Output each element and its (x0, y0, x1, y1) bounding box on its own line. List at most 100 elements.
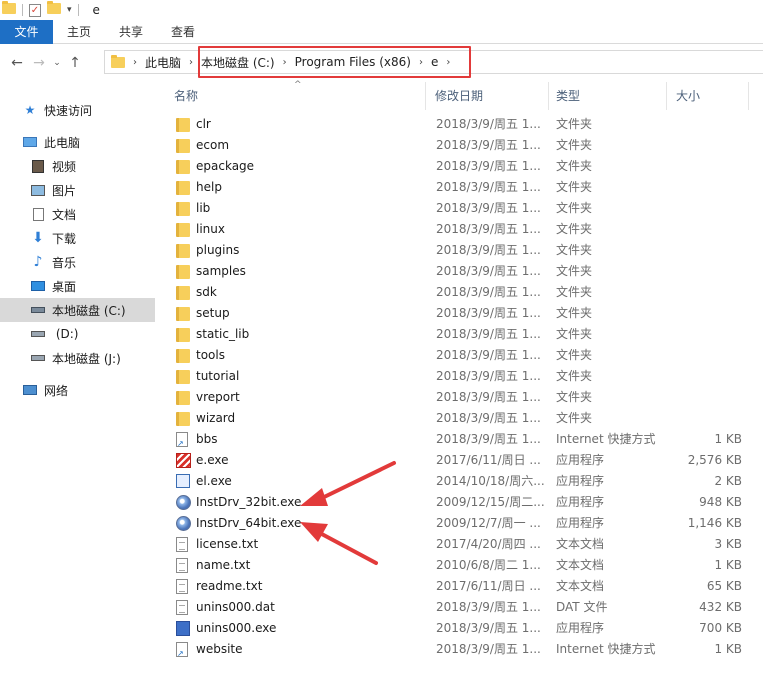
file-row[interactable]: e.exe 2017/6/11/周日 ... 应用程序 2,576 KB (158, 450, 750, 471)
file-modified-date: 2018/3/9/周五 1... (436, 411, 541, 425)
file-row[interactable]: tools 2018/3/9/周五 1... 文件夹 (158, 345, 750, 366)
sidebar-item-this-pc[interactable]: 此电脑 (0, 130, 155, 154)
sidebar-item-label: 桌面 (52, 279, 77, 294)
customize-toolbar-dropdown-icon[interactable]: ▾ (67, 5, 72, 15)
sidebar-item-pictures[interactable]: 图片 (0, 178, 155, 202)
folder-icon (176, 201, 191, 216)
folder-icon (176, 348, 191, 363)
chevron-right-icon[interactable]: › (133, 57, 137, 68)
file-row[interactable]: license.txt 2017/4/20/周四 ... 文本文档 3 KB (158, 534, 750, 555)
text-file-icon (176, 558, 191, 573)
sidebar-item-local-disk-c[interactable]: 本地磁盘 (C:) (0, 298, 155, 322)
forward-icon[interactable]: → (28, 55, 50, 71)
file-row[interactable]: static_lib 2018/3/9/周五 1... 文件夹 (158, 324, 750, 345)
file-size (673, 282, 742, 303)
file-type: 文件夹 (556, 201, 593, 215)
file-row[interactable]: InstDrv_64bit.exe 2009/12/7/周一 ... 应用程序 1,1… (158, 513, 750, 534)
file-name: e.exe (196, 453, 229, 467)
back-icon[interactable]: ← (6, 55, 28, 71)
tab-view[interactable]: 查看 (157, 20, 209, 44)
file-modified-date: 2018/3/9/周五 1... (436, 222, 541, 236)
file-size: 3 KB (714, 537, 742, 551)
sidebar-item-label: 图片 (52, 183, 77, 198)
sidebar-item-local-disk-j[interactable]: 本地磁盘 (J:) (0, 346, 155, 370)
column-header-date[interactable]: 修改日期 (429, 82, 549, 110)
file-row[interactable]: linux 2018/3/9/周五 1... 文件夹 (158, 219, 750, 240)
file-type: 应用程序 (556, 516, 605, 530)
up-icon[interactable]: ↑ (64, 55, 86, 71)
file-name: tutorial (196, 369, 240, 383)
file-row[interactable]: unins000.dat 2018/3/9/周五 1... DAT 文件 432 KB (158, 597, 750, 618)
file-type: Internet 快捷方式 (556, 642, 656, 656)
tab-share[interactable]: 共享 (105, 20, 157, 44)
file-modified-date: 2018/3/9/周五 1... (436, 201, 541, 215)
file-row[interactable]: plugins 2018/3/9/周五 1... 文件夹 (158, 240, 750, 261)
file-name: unins000.dat (196, 600, 275, 614)
file-row[interactable]: sdk 2018/3/9/周五 1... 文件夹 (158, 282, 750, 303)
file-row[interactable]: wizard 2018/3/9/周五 1... 文件夹 (158, 408, 750, 429)
file-modified-date: 2009/12/7/周一 ... (436, 516, 541, 530)
sidebar-item-downloads[interactable]: ⬇ 下载 (0, 226, 155, 250)
file-row[interactable]: website 2018/3/9/周五 1... Internet 快捷方式 1 KB (158, 639, 750, 660)
file-name: lib (196, 201, 211, 215)
file-size (673, 366, 742, 387)
file-modified-date: 2018/3/9/周五 1... (436, 264, 541, 278)
file-type: DAT 文件 (556, 600, 608, 614)
file-row[interactable]: el.exe 2014/10/18/周六... 应用程序 2 KB (158, 471, 750, 492)
new-folder-icon[interactable] (47, 1, 61, 17)
file-row[interactable]: help 2018/3/9/周五 1... 文件夹 (158, 177, 750, 198)
download-icon: ⬇ (32, 230, 44, 246)
sidebar-item-documents[interactable]: 文档 (0, 202, 155, 226)
file-row[interactable]: readme.txt 2017/6/11/周日 ... 文本文档 65 KB (158, 576, 750, 597)
breadcrumb-this-pc[interactable]: 此电脑 (145, 54, 181, 71)
sidebar-item-desktop[interactable]: 桌面 (0, 274, 155, 298)
uninstaller-icon (176, 621, 191, 636)
chevron-right-icon[interactable]: › (189, 57, 193, 68)
file-size (673, 408, 742, 429)
file-size: 948 KB (699, 495, 742, 509)
tab-file[interactable]: 文件 (0, 20, 53, 44)
document-icon (30, 207, 46, 221)
recent-locations-icon[interactable]: ⌄ (50, 58, 64, 68)
sidebar-item-videos[interactable]: 视频 (0, 154, 155, 178)
file-type: 文件夹 (556, 369, 593, 383)
file-row[interactable]: vreport 2018/3/9/周五 1... 文件夹 (158, 387, 750, 408)
file-size (673, 219, 742, 240)
file-name: clr (196, 117, 211, 131)
column-header-size[interactable]: 大小 (670, 82, 749, 110)
file-row[interactable]: unins000.exe 2018/3/9/周五 1... 应用程序 700 KB (158, 618, 750, 639)
file-type: 文件夹 (556, 138, 593, 152)
navigation-pane: ★ 快速访问 此电脑 视频 图片 文档 ⬇ 下载 ♪ 音乐 桌面 本地磁盘 (C… (0, 82, 155, 685)
file-row[interactable]: tutorial 2018/3/9/周五 1... 文件夹 (158, 366, 750, 387)
file-type: 文件夹 (556, 117, 593, 131)
text-file-icon (176, 579, 191, 594)
file-row[interactable]: bbs 2018/3/9/周五 1... Internet 快捷方式 1 KB (158, 429, 750, 450)
folder-icon (176, 138, 191, 153)
file-row[interactable]: name.txt 2010/6/8/周二 1... 文本文档 1 KB (158, 555, 750, 576)
file-row[interactable]: epackage 2018/3/9/周五 1... 文件夹 (158, 156, 750, 177)
properties-icon[interactable]: ✓ (29, 3, 41, 17)
separator (22, 4, 23, 16)
sidebar-item-network[interactable]: 网络 (0, 378, 155, 402)
sidebar-item-drive-d[interactable]: (D:) (0, 322, 155, 346)
sidebar-item-quick-access[interactable]: ★ 快速访问 (0, 98, 155, 122)
file-type: 文件夹 (556, 264, 593, 278)
file-type: 文件夹 (556, 327, 593, 341)
file-row[interactable]: ecom 2018/3/9/周五 1... 文件夹 (158, 135, 750, 156)
file-type: 文件夹 (556, 348, 593, 362)
file-row[interactable]: samples 2018/3/9/周五 1... 文件夹 (158, 261, 750, 282)
file-size: 1 KB (714, 642, 742, 656)
file-row[interactable]: setup 2018/3/9/周五 1... 文件夹 (158, 303, 750, 324)
file-name: InstDrv_32bit.exe (196, 495, 302, 509)
file-modified-date: 2018/3/9/周五 1... (436, 600, 541, 614)
sidebar-item-music[interactable]: ♪ 音乐 (0, 250, 155, 274)
file-row[interactable]: clr 2018/3/9/周五 1... 文件夹 (158, 114, 750, 135)
picture-icon (30, 183, 46, 197)
file-modified-date: 2014/10/18/周六... (436, 474, 545, 488)
column-header-type[interactable]: 类型 (550, 82, 667, 110)
file-row[interactable]: lib 2018/3/9/周五 1... 文件夹 (158, 198, 750, 219)
separator (77, 4, 79, 16)
file-type: 文件夹 (556, 180, 593, 194)
file-row[interactable]: InstDrv_32bit.exe 2009/12/15/周二... 应用程序 948… (158, 492, 750, 513)
tab-home[interactable]: 主页 (53, 20, 105, 44)
